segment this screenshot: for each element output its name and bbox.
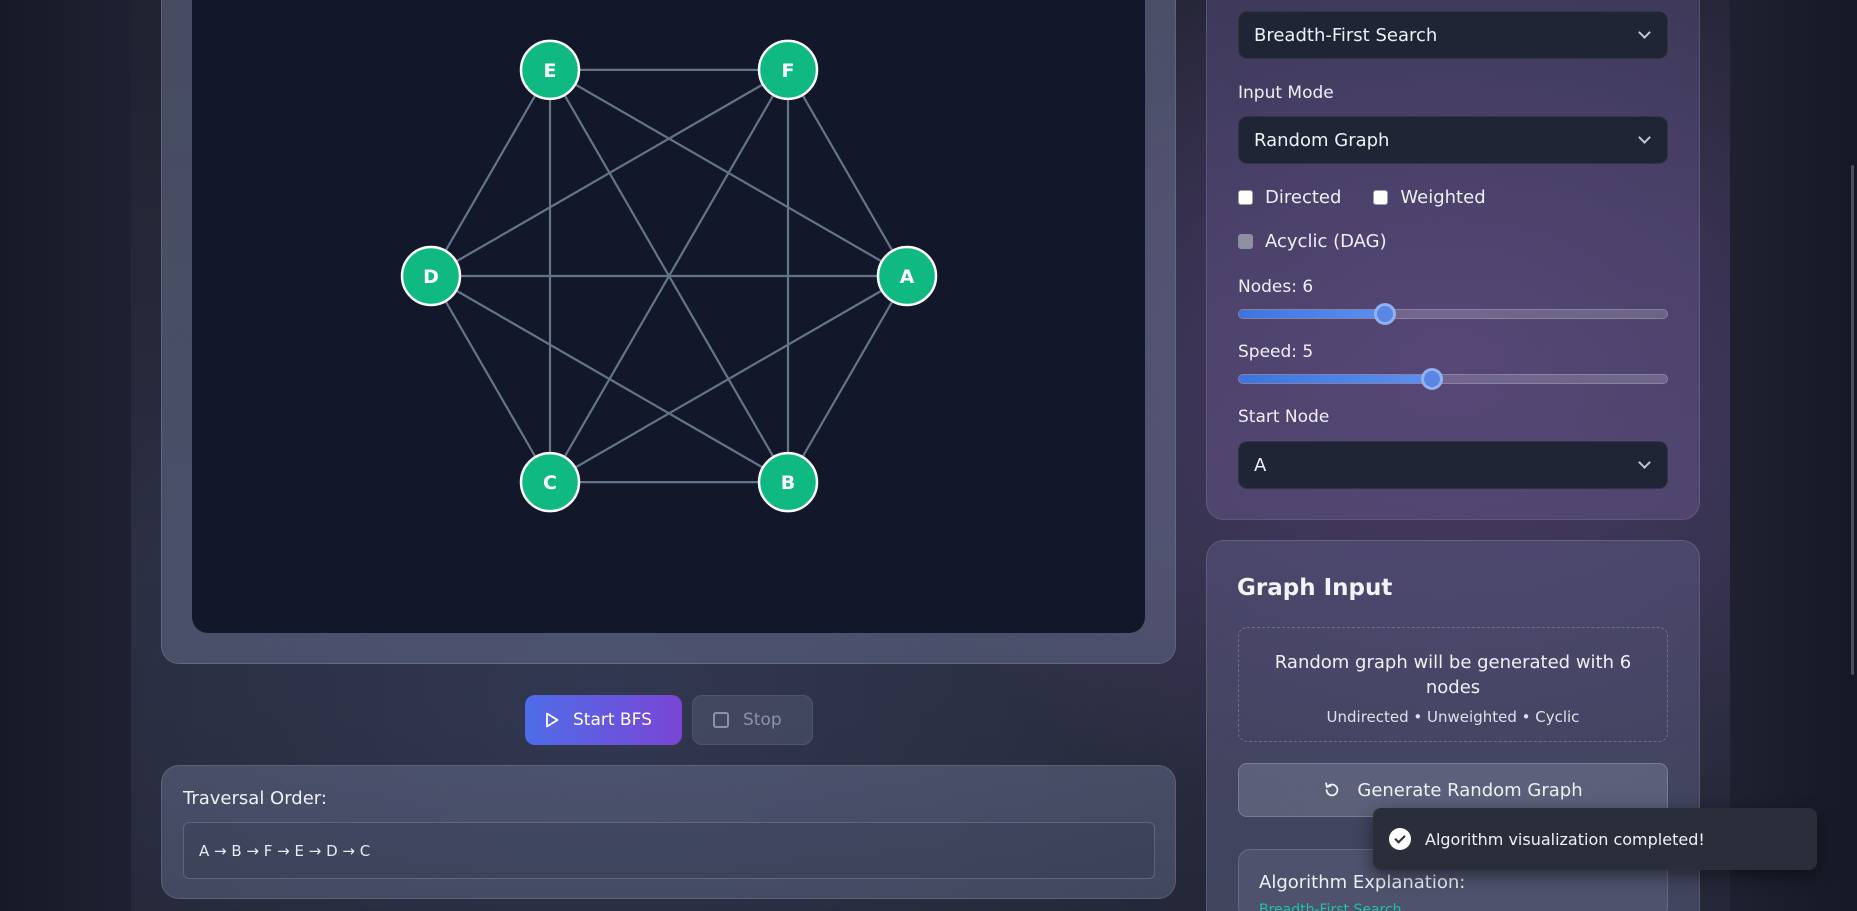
start-bfs-label: Start BFS [573,710,652,730]
edge-A-B [787,275,908,483]
graph-input-title: Graph Input [1237,575,1393,601]
toast-message: Algorithm visualization completed! [1425,829,1705,849]
settings-card: Breadth-First Search Input Mode Random G… [1206,0,1700,520]
weighted-checkbox[interactable] [1373,190,1389,205]
acyclic-label: Acyclic (DAG) [1265,231,1387,252]
speed-slider-label: Speed: 5 [1238,342,1314,362]
graph-options-row: Directed Weighted [1238,187,1506,208]
algorithm-explanation-title: Algorithm Explanation: [1259,872,1466,893]
input-mode-select[interactable]: Random Graph [1238,116,1668,164]
random-graph-info: Random graph will be generated with 6 no… [1238,627,1668,742]
refresh-icon [1325,782,1339,797]
algorithm-select[interactable]: Breadth-First Search [1238,11,1668,59]
speed-slider-fill [1239,375,1432,383]
generate-random-graph-label: Generate Random Graph [1357,779,1583,801]
graph-node-C[interactable]: C [519,451,581,513]
start-node-label: Start Node [1238,407,1330,427]
page-scrollbar[interactable] [1851,165,1854,675]
input-mode-value: Random Graph [1254,129,1390,151]
stop-icon [713,712,729,728]
page-left-gutter [0,0,131,911]
chevron-down-icon [1638,26,1651,39]
edge-A-F [787,69,908,277]
chevron-down-icon [1638,456,1651,469]
graph-properties: Undirected • Unweighted • Cyclic [1326,708,1580,726]
graph-svg: A B C D E F [400,39,938,513]
success-toast: Algorithm visualization completed! [1373,808,1817,870]
node-label-B: B [781,472,795,494]
chevron-down-icon [1638,131,1651,144]
start-bfs-button[interactable]: Start BFS [525,695,682,745]
traversal-order-output: A → B → F → E → D → C [183,822,1155,879]
start-node-select[interactable]: A [1238,441,1668,489]
node-label-E: E [544,60,557,82]
graph-node-B[interactable]: B [757,451,819,513]
graph-node-D[interactable]: D [400,245,462,307]
traversal-title: Traversal Order: [183,788,327,809]
graph-canvas: A B C D E F [192,0,1145,633]
algorithm-explanation-subtitle: Breadth-First Search [1259,902,1402,911]
nodes-slider[interactable] [1238,303,1668,325]
node-label-F: F [782,60,795,82]
nodes-slider-fill [1239,310,1385,318]
algorithm-select-value: Breadth-First Search [1254,24,1438,46]
playback-controls: Start BFS Stop [525,695,813,745]
directed-label: Directed [1265,187,1342,208]
graph-node-E[interactable]: E [519,39,581,101]
weighted-label: Weighted [1400,187,1486,208]
graph-node-A[interactable]: A [876,245,938,307]
traversal-order-card: Traversal Order: A → B → F → E → D → C [161,765,1176,899]
edge-C-D [430,275,551,483]
node-label-A: A [900,266,915,288]
speed-slider[interactable] [1238,368,1668,390]
acyclic-checkbox[interactable] [1238,234,1253,249]
start-node-value: A [1254,454,1267,476]
node-label-C: C [543,472,557,494]
speed-slider-thumb[interactable] [1420,368,1443,390]
stop-button[interactable]: Stop [692,695,813,745]
random-graph-description: Random graph will be generated with 6 no… [1274,652,1632,698]
play-icon [546,712,559,728]
nodes-slider-label: Nodes: 6 [1238,277,1314,297]
input-mode-label: Input Mode [1238,83,1334,103]
edge-D-F [430,68,789,277]
weighted-option[interactable]: Weighted [1373,187,1486,208]
acyclic-option: Acyclic (DAG) [1238,231,1387,252]
check-circle-icon [1389,828,1411,850]
node-label-D: D [423,266,439,288]
directed-option[interactable]: Directed [1238,187,1341,208]
graph-node-F[interactable]: F [757,39,819,101]
page-right-gutter [1730,0,1857,911]
edge-D-E [430,69,551,277]
nodes-slider-thumb[interactable] [1373,303,1396,325]
stop-label: Stop [743,710,782,730]
directed-checkbox[interactable] [1238,190,1253,205]
